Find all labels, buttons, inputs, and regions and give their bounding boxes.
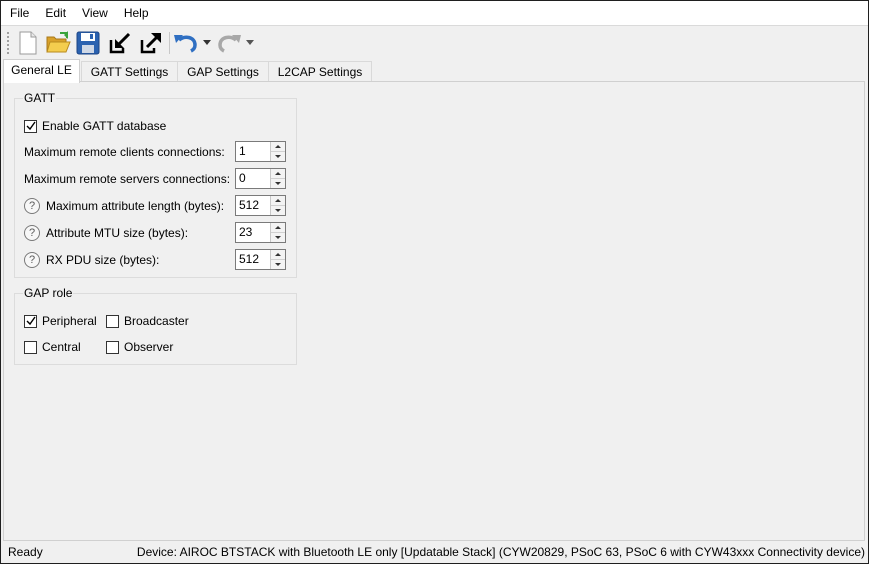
redo-dropdown[interactable] xyxy=(243,29,257,57)
field-row: ? Maximum attribute length (bytes): xyxy=(24,196,224,216)
field-label: RX PDU size (bytes): xyxy=(46,253,160,267)
attribute-mtu-spinbox[interactable]: 23 xyxy=(235,222,286,243)
spinbox-arrows[interactable] xyxy=(270,169,285,188)
menu-file[interactable]: File xyxy=(1,1,37,25)
spin-down-icon[interactable] xyxy=(271,179,285,188)
field-label: Maximum remote servers connections: xyxy=(24,172,231,186)
field-row: ? RX PDU size (bytes): xyxy=(24,250,159,270)
spinbox-arrows[interactable] xyxy=(270,223,285,242)
checkmark-icon xyxy=(26,121,36,131)
redo-icon xyxy=(218,35,241,53)
spinbox-arrows[interactable] xyxy=(270,142,285,161)
toolbar-grip[interactable] xyxy=(6,31,10,55)
chevron-down-icon xyxy=(246,40,254,45)
spin-up-icon[interactable] xyxy=(271,142,285,152)
peripheral-checkbox[interactable] xyxy=(24,314,37,328)
gap-role-option[interactable]: Peripheral xyxy=(24,311,97,331)
open-button[interactable] xyxy=(44,29,72,57)
peripheral-label: Peripheral xyxy=(42,314,97,328)
rx-pdu-size-spinbox[interactable]: 512 xyxy=(235,249,286,270)
app-window: File Edit View Help General LE GATT Sett… xyxy=(0,0,869,564)
max-attribute-length-spinbox[interactable]: 512 xyxy=(235,195,286,216)
open-folder-icon xyxy=(46,31,71,53)
checkmark-icon xyxy=(26,316,36,326)
tab-general-le[interactable]: General LE xyxy=(3,59,80,83)
tab-gatt-settings[interactable]: GATT Settings xyxy=(81,61,178,82)
spin-down-icon[interactable] xyxy=(271,152,285,161)
toolbar xyxy=(1,25,868,59)
export-button[interactable] xyxy=(137,29,165,57)
new-file-button[interactable] xyxy=(14,29,42,57)
gap-role-option[interactable]: Central xyxy=(24,337,81,357)
broadcaster-checkbox[interactable] xyxy=(106,314,119,328)
spinbox-value[interactable]: 512 xyxy=(236,196,270,215)
gap-role-option[interactable]: Broadcaster xyxy=(106,311,189,331)
general-le-panel: GATT Enable GATT database Maximum remote… xyxy=(3,81,865,541)
central-checkbox[interactable] xyxy=(24,340,37,354)
status-bar: Ready Device: AIROC BTSTACK with Bluetoo… xyxy=(1,542,868,563)
gap-role-group: GAP role Peripheral Broadcaster Central … xyxy=(14,286,297,365)
undo-icon xyxy=(174,35,197,53)
enable-gatt-checkbox[interactable] xyxy=(24,119,37,133)
menu-bar: File Edit View Help xyxy=(1,1,868,25)
export-icon xyxy=(140,33,161,54)
help-icon[interactable]: ? xyxy=(24,198,40,214)
spinbox-value[interactable]: 23 xyxy=(236,223,270,242)
device-info: Device: AIROC BTSTACK with Bluetooth LE … xyxy=(136,545,865,559)
broadcaster-label: Broadcaster xyxy=(124,314,189,328)
tab-l2cap-settings[interactable]: L2CAP Settings xyxy=(268,61,372,82)
undo-button[interactable] xyxy=(173,29,199,57)
field-row: ? Attribute MTU size (bytes): xyxy=(24,223,188,243)
menu-help[interactable]: Help xyxy=(116,1,157,25)
spinbox-arrows[interactable] xyxy=(270,250,285,269)
field-label: Maximum attribute length (bytes): xyxy=(46,199,225,213)
enable-gatt-label: Enable GATT database xyxy=(42,119,167,133)
save-button[interactable] xyxy=(74,29,102,57)
gatt-group-title: GATT xyxy=(23,91,57,105)
toolbar-separator xyxy=(169,32,170,54)
spinbox-value[interactable]: 0 xyxy=(236,169,270,188)
gap-role-group-title: GAP role xyxy=(23,286,74,300)
chevron-down-icon xyxy=(203,40,211,45)
help-icon[interactable]: ? xyxy=(24,252,40,268)
status-text: Ready xyxy=(8,545,43,559)
import-icon xyxy=(109,32,131,54)
spin-down-icon[interactable] xyxy=(271,206,285,215)
new-file-icon xyxy=(19,31,37,55)
observer-label: Observer xyxy=(124,340,174,354)
spin-up-icon[interactable] xyxy=(271,169,285,179)
save-icon xyxy=(76,31,100,55)
field-row: Maximum remote servers connections: xyxy=(24,169,230,189)
spin-down-icon[interactable] xyxy=(271,233,285,242)
spin-down-icon[interactable] xyxy=(271,260,285,269)
redo-button[interactable] xyxy=(216,29,242,57)
spinbox-arrows[interactable] xyxy=(270,196,285,215)
tab-bar: General LE GATT Settings GAP Settings L2… xyxy=(1,59,868,83)
tab-gap-settings[interactable]: GAP Settings xyxy=(177,61,269,82)
central-label: Central xyxy=(42,340,81,354)
spin-up-icon[interactable] xyxy=(271,223,285,233)
gap-role-option[interactable]: Observer xyxy=(106,337,173,357)
undo-dropdown[interactable] xyxy=(200,29,214,57)
menu-view[interactable]: View xyxy=(74,1,116,25)
menu-edit[interactable]: Edit xyxy=(37,1,74,25)
spinbox-value[interactable]: 1 xyxy=(236,142,270,161)
spinbox-value[interactable]: 512 xyxy=(236,250,270,269)
field-label: Maximum remote clients connections: xyxy=(24,145,225,159)
field-row: Maximum remote clients connections: xyxy=(24,142,225,162)
max-remote-clients-spinbox[interactable]: 1 xyxy=(235,141,286,162)
spin-up-icon[interactable] xyxy=(271,250,285,260)
observer-checkbox[interactable] xyxy=(106,340,119,354)
import-button[interactable] xyxy=(106,29,134,57)
spin-up-icon[interactable] xyxy=(271,196,285,206)
field-label: Attribute MTU size (bytes): xyxy=(46,226,189,240)
help-icon[interactable]: ? xyxy=(24,225,40,241)
max-remote-servers-spinbox[interactable]: 0 xyxy=(235,168,286,189)
enable-gatt-row[interactable]: Enable GATT database xyxy=(24,116,166,136)
gatt-group: GATT Enable GATT database Maximum remote… xyxy=(14,91,297,278)
